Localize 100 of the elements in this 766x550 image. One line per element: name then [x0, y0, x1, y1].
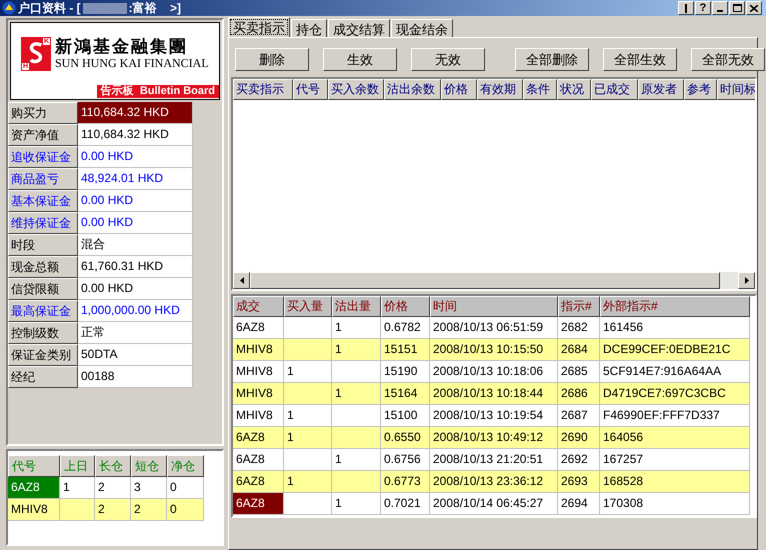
column-header[interactable]: 价格 — [441, 79, 477, 100]
scroll-left-button[interactable] — [233, 272, 250, 289]
tab[interactable]: 成交结算 — [328, 19, 390, 37]
field-label: 资产净值 — [8, 124, 78, 146]
column-header[interactable]: 沽出余数 — [384, 79, 441, 100]
column-header[interactable]: 指示# — [558, 296, 600, 317]
toolbar-button[interactable]: 全部无效 — [691, 48, 765, 71]
toolbar-button[interactable]: 无效 — [411, 48, 485, 71]
table-cell: D4719CE7:697C3CBC — [600, 383, 750, 405]
column-header[interactable]: 有效期 — [477, 79, 523, 100]
table-cell: 6AZ8 — [233, 471, 284, 493]
table-cell: 2008/10/13 10:19:54 — [430, 405, 558, 427]
column-header[interactable]: 已成交 — [591, 79, 638, 100]
s-shape-icon — [29, 42, 43, 64]
field-value: 110,684.32 HKD — [78, 124, 193, 146]
field-label: 商品盈亏 — [8, 168, 78, 190]
column-header[interactable]: 条件 — [523, 79, 557, 100]
table-cell: 6AZ8 — [233, 493, 284, 515]
column-header[interactable]: 买入余数 — [328, 79, 384, 100]
bulletin-board-link[interactable]: 告示板 Bulletin Board — [96, 85, 219, 98]
field-label: 控制级数 — [8, 322, 78, 344]
field-value: 0.00 HKD — [78, 212, 193, 234]
table-cell — [332, 471, 381, 493]
table-cell: 2685 — [558, 361, 600, 383]
column-header[interactable]: 状况 — [557, 79, 591, 100]
redacted-block — [82, 2, 127, 14]
field-value: 0.00 HKD — [78, 146, 193, 168]
tab[interactable]: 持仓 — [291, 19, 327, 37]
table-cell: 161456 — [600, 317, 750, 339]
table-cell: 2008/10/13 10:18:06 — [430, 361, 558, 383]
scroll-right-button[interactable] — [738, 272, 755, 289]
column-header[interactable]: 外部指示# — [600, 296, 750, 317]
toolbar-button[interactable]: 生效 — [323, 48, 397, 71]
table-cell: 15190 — [381, 361, 430, 383]
table-cell: 2693 — [558, 471, 600, 493]
table-cell: 1 — [284, 361, 332, 383]
tab[interactable]: 买卖指示 — [228, 17, 290, 37]
column-header[interactable]: 时间 — [430, 296, 558, 317]
table-cell: 2682 — [558, 317, 600, 339]
toolbar-button[interactable]: 全部删除 — [515, 48, 589, 71]
close-icon — [750, 4, 758, 12]
table-cell: 0 — [167, 477, 204, 499]
table-cell: 168528 — [600, 471, 750, 493]
window-title: :富裕 >] — [128, 2, 182, 14]
close-button[interactable] — [746, 1, 762, 15]
field-label: 信贷限额 — [8, 278, 78, 300]
left-arrow-icon — [240, 277, 244, 284]
table-cell: 1 — [332, 317, 381, 339]
right-arrow-icon — [744, 277, 748, 284]
column-header[interactable]: 买入量 — [284, 296, 332, 317]
table-cell: 2686 — [558, 383, 600, 405]
table-cell: 1 — [332, 383, 381, 405]
toolbar-button[interactable]: 删除 — [235, 48, 309, 71]
column-header[interactable]: 原发者 — [638, 79, 684, 100]
table-cell: 0.7021 — [381, 493, 430, 515]
table-cell: 2008/10/13 10:18:44 — [430, 383, 558, 405]
table-cell: 15100 — [381, 405, 430, 427]
table-cell: 1 — [332, 449, 381, 471]
field-value: 1,000,000.00 HKD — [78, 300, 193, 322]
field-value: 正常 — [78, 322, 193, 344]
field-label: 购买力 — [8, 102, 78, 124]
table-cell: 2 — [95, 499, 131, 521]
field-label: 经纪 — [8, 366, 78, 388]
help-button[interactable]: ? — [695, 1, 711, 15]
pin-button[interactable] — [678, 1, 694, 15]
table-cell: 2694 — [558, 493, 600, 515]
table-cell: 2 — [95, 477, 131, 499]
maximize-button[interactable] — [729, 1, 745, 15]
column-header[interactable]: 参考 — [684, 79, 717, 100]
table-cell: 164056 — [600, 427, 750, 449]
tab[interactable]: 现金结余 — [391, 19, 453, 37]
table-cell: 2008/10/13 06:51:59 — [430, 317, 558, 339]
field-label: 基本保证金 — [8, 190, 78, 212]
table-cell: 1 — [284, 405, 332, 427]
table-cell: 1 — [60, 477, 95, 499]
maximize-icon — [732, 4, 742, 12]
toolbar-button[interactable]: 全部生效 — [603, 48, 677, 71]
table-cell: 1 — [332, 493, 381, 515]
field-value: 0.00 HKD — [78, 278, 193, 300]
column-header[interactable]: 沽出量 — [332, 296, 381, 317]
table-cell: 6AZ8 — [8, 477, 60, 499]
table-cell: F46990EF:FFF7D337 — [600, 405, 750, 427]
table-cell: 15164 — [381, 383, 430, 405]
field-label: 追收保证金 — [8, 146, 78, 168]
company-name: SUN HUNG KAI FINANCIAL — [55, 56, 209, 71]
column-header[interactable]: 成交 — [233, 296, 284, 317]
column-header[interactable]: 代号 — [293, 79, 328, 100]
table-cell — [332, 405, 381, 427]
minimize-button[interactable] — [712, 1, 728, 15]
table-cell: 1 — [284, 427, 332, 449]
table-cell: MHIV8 — [8, 499, 60, 521]
field-label: 维持保证金 — [8, 212, 78, 234]
table-cell — [332, 427, 381, 449]
table-cell: 6AZ8 — [233, 317, 284, 339]
column-header[interactable]: 价格 — [381, 296, 430, 317]
table-cell: MHIV8 — [233, 361, 284, 383]
field-label: 时段 — [8, 234, 78, 256]
column-header[interactable]: 买卖指示 — [233, 79, 293, 100]
table-cell: 0.6550 — [381, 427, 430, 449]
minimize-icon — [717, 10, 723, 12]
